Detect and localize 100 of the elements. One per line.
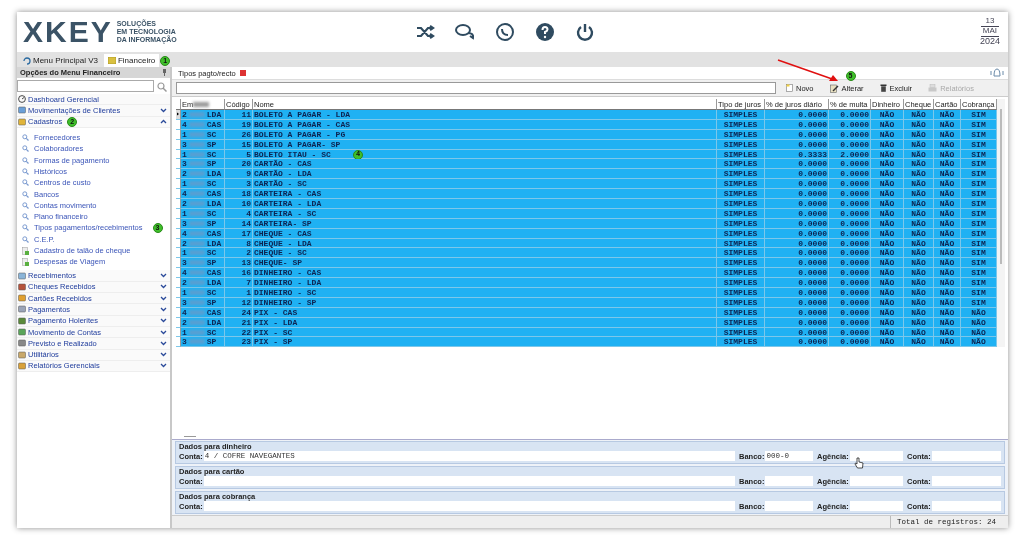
text-field[interactable] <box>203 476 735 486</box>
table-cell: 4 CAS <box>181 119 225 130</box>
bell-icon[interactable] <box>990 67 1004 79</box>
expand-chevron-icon[interactable] <box>160 318 167 324</box>
table-cell: 1 SC <box>181 129 225 140</box>
text-field[interactable] <box>849 451 903 461</box>
table-cell: NÃO <box>934 337 961 348</box>
table-cell: NÃO <box>904 228 934 239</box>
table-cell: DINHEIRO - LDA <box>253 278 717 289</box>
text-field[interactable] <box>849 501 903 511</box>
table-cell: SIMPLES <box>717 129 765 140</box>
table-cell: 14 <box>225 218 253 229</box>
table-cell: SIMPLES <box>717 288 765 298</box>
table-cell: NÃO <box>934 288 961 298</box>
power-icon[interactable] <box>574 22 595 42</box>
table-cell: 0.0000 <box>765 288 829 298</box>
table-cell: NÃO <box>871 307 904 318</box>
search-icon <box>157 81 167 92</box>
expand-chevron-icon[interactable] <box>160 284 167 290</box>
magnifier-icon <box>22 179 29 187</box>
text-field[interactable] <box>849 476 903 486</box>
table-cell: 0.0000 <box>829 129 871 140</box>
chat-icon[interactable] <box>454 22 475 42</box>
table-cell: NÃO <box>904 199 934 209</box>
table-cell: SIMPLES <box>717 218 765 229</box>
expand-chevron-icon[interactable] <box>160 329 167 335</box>
text-field[interactable] <box>203 501 735 511</box>
magnifier-icon <box>22 167 29 175</box>
menu-search-field[interactable] <box>17 80 154 92</box>
expand-chevron-icon[interactable] <box>160 295 167 301</box>
table-cell: SIM <box>961 119 997 130</box>
magnifier-icon <box>22 190 29 198</box>
expand-chevron-icon[interactable] <box>160 307 167 312</box>
table-cell: BOLETO A PAGAR- SP <box>253 139 717 150</box>
table-cell: NÃO <box>934 139 961 150</box>
table-cell: CARTÃO - CAS <box>253 159 717 170</box>
table-cell: NÃO <box>934 129 961 140</box>
text-field[interactable] <box>765 476 813 486</box>
table-cell: NÃO <box>871 297 904 308</box>
table-cell: NÃO <box>871 139 904 150</box>
phone-bubble-icon[interactable] <box>494 22 515 42</box>
table-cell: 23 <box>225 337 253 348</box>
table-cell: SIM <box>961 110 997 120</box>
collapse-chevron-icon[interactable] <box>160 119 167 125</box>
expand-chevron-icon[interactable] <box>160 107 167 113</box>
help-icon[interactable] <box>534 22 555 42</box>
filter-field[interactable] <box>176 82 776 94</box>
text-field[interactable] <box>931 451 1001 461</box>
module-tab[interactable]: Financeiro <box>103 54 160 67</box>
row-indicator[interactable] <box>176 110 181 120</box>
table-cell: CARTÃO - LDA <box>253 169 717 180</box>
table-cell: NÃO <box>961 307 997 318</box>
close-icon[interactable] <box>239 70 246 76</box>
gauge-icon <box>18 95 26 104</box>
table-cell: 10 <box>225 199 253 209</box>
table-cell: 0.0000 <box>829 307 871 318</box>
table-cell: 0.0000 <box>829 228 871 239</box>
table-cell: 3 SP <box>181 139 225 150</box>
text-field[interactable] <box>765 501 813 511</box>
expand-chevron-icon[interactable] <box>160 340 167 346</box>
table-cell: SIM <box>961 288 997 298</box>
table-cell: BOLETO A PAGAR - CAS <box>253 119 717 130</box>
shuffle-icon[interactable] <box>414 22 435 42</box>
table-cell: 4 <box>225 208 253 219</box>
scrollbar[interactable] <box>997 99 1005 348</box>
table-cell: 0.0000 <box>765 208 829 219</box>
table-cell: 4 CAS <box>181 307 225 318</box>
table-cell: NÃO <box>871 218 904 229</box>
magnifier-icon <box>22 224 29 232</box>
document-add-icon <box>22 246 29 255</box>
text-field[interactable] <box>931 501 1001 511</box>
table-cell: 0.0000 <box>765 119 829 130</box>
text-field[interactable] <box>931 476 1001 486</box>
magnifier-icon <box>22 201 29 209</box>
table-cell: SIMPLES <box>717 297 765 308</box>
table-cell: SIM <box>961 228 997 239</box>
trash-icon <box>879 84 887 92</box>
table-cell: NÃO <box>934 297 961 308</box>
table-cell: 1 SC <box>181 288 225 298</box>
table-cell: NÃO <box>871 199 904 209</box>
search-button[interactable] <box>154 80 170 93</box>
table-cell: 0.0000 <box>829 208 871 219</box>
table-cell: 0.0000 <box>765 110 829 120</box>
table-cell: 11 <box>225 110 253 120</box>
expand-chevron-icon[interactable] <box>160 363 167 369</box>
expand-chevron-icon[interactable] <box>160 352 167 358</box>
table-cell: 3 SP <box>181 337 225 348</box>
table-cell: SIM <box>961 218 997 229</box>
pin-icon[interactable] <box>162 69 167 76</box>
table-cell: SIM <box>961 297 997 308</box>
table-cell: NÃO <box>934 208 961 219</box>
table-cell: SIMPLES <box>717 199 765 209</box>
table-cell: SIM <box>961 129 997 140</box>
table-cell: 0.0000 <box>765 317 829 328</box>
table-cell: 3 SP <box>181 297 225 308</box>
new-document-icon <box>786 84 793 92</box>
table-cell: 1 SC <box>181 208 225 219</box>
expand-chevron-icon[interactable] <box>160 273 167 279</box>
table-cell: 0.0000 <box>765 129 829 140</box>
table-cell: NÃO <box>904 119 934 130</box>
